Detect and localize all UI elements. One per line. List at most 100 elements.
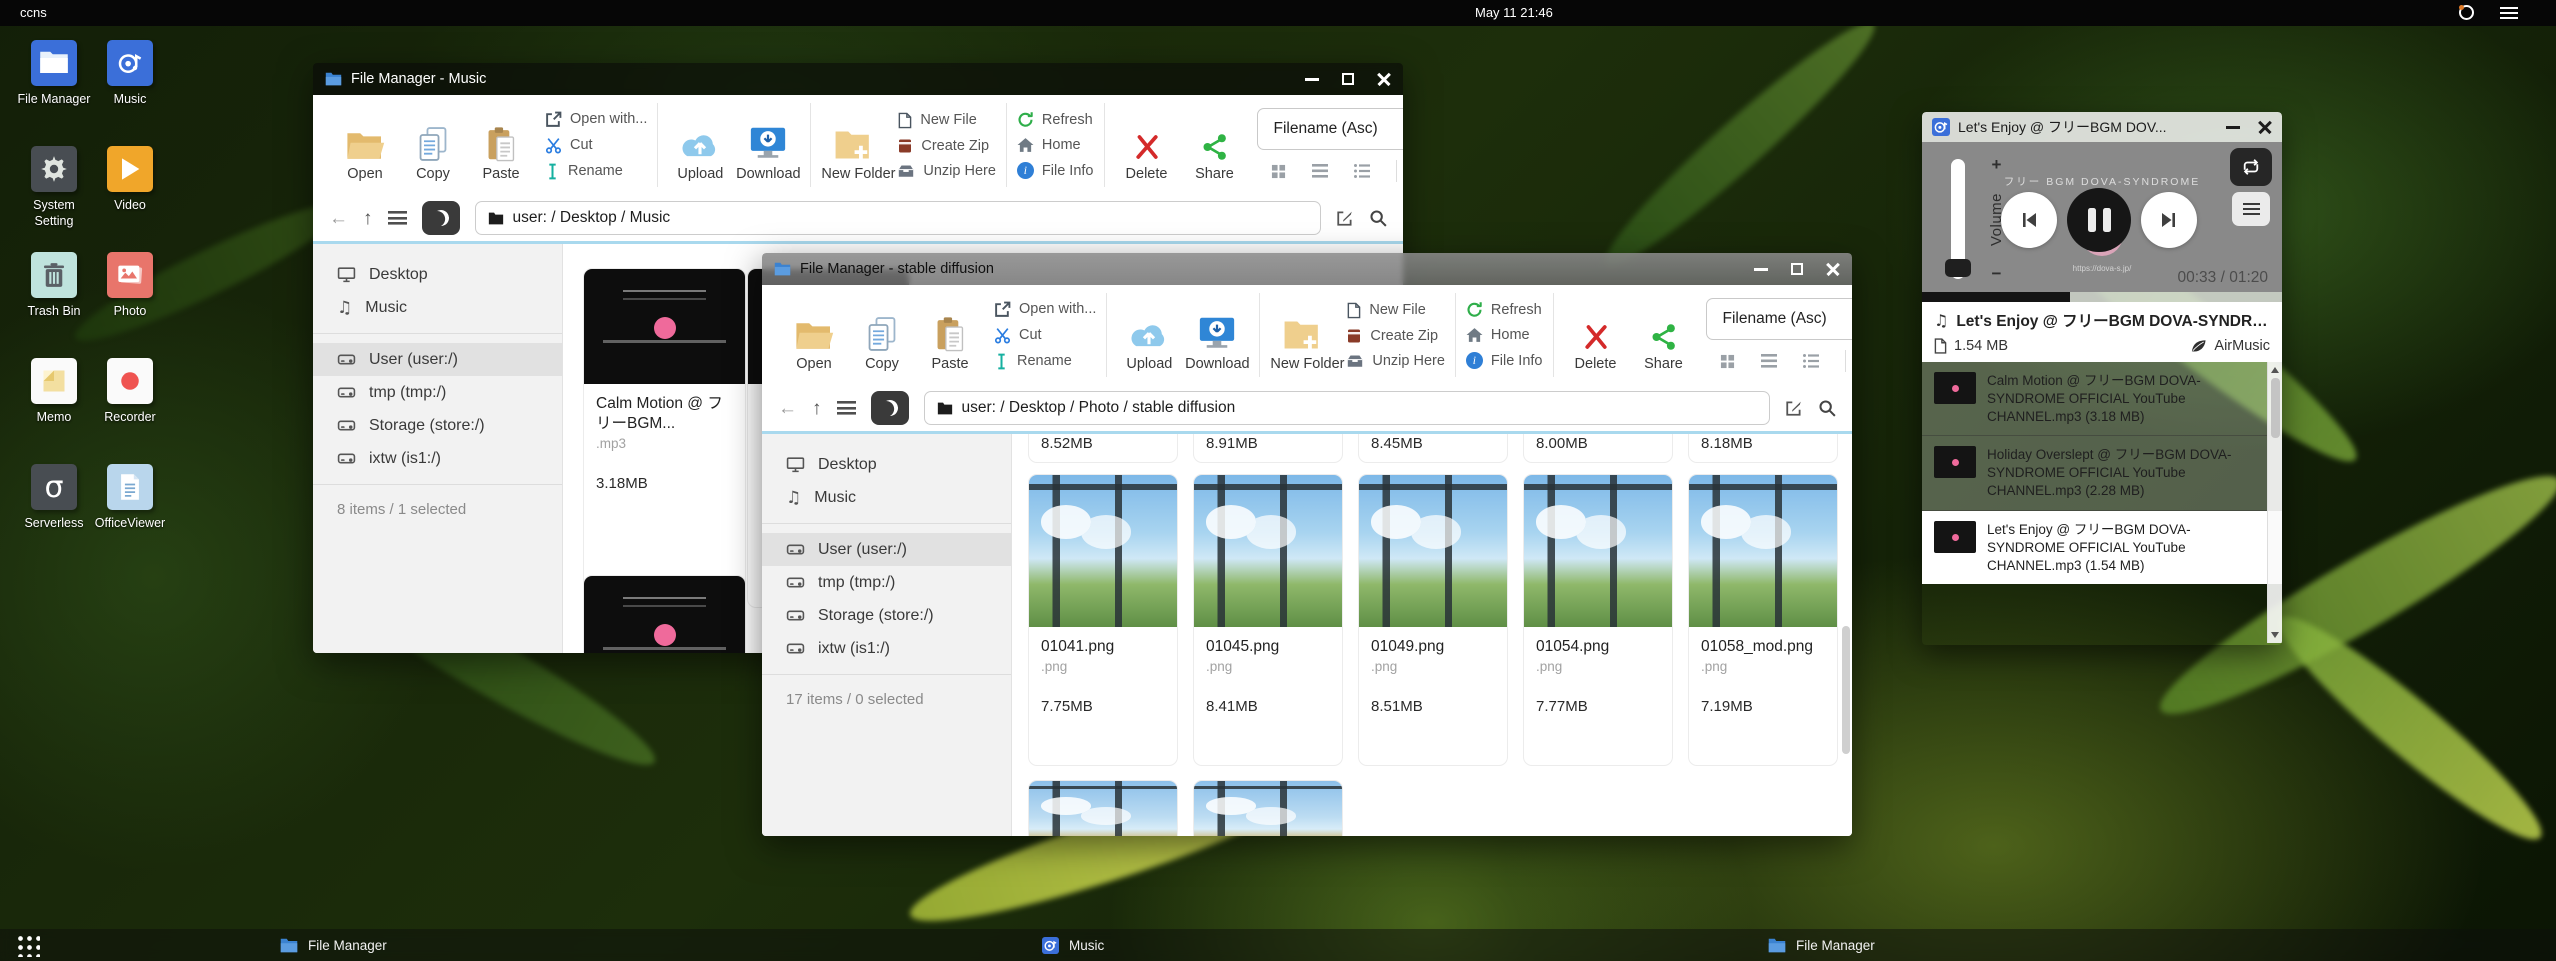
view-list-icon[interactable] [1761, 354, 1777, 368]
refresh-button[interactable]: Refresh [1017, 111, 1094, 128]
new-file-button[interactable]: New File [897, 112, 996, 129]
minimize-button[interactable] [2226, 120, 2240, 134]
copy-button[interactable]: Copy [401, 107, 465, 183]
taskbar-item-file-manager-1[interactable]: File Manager [270, 929, 397, 961]
titlebar[interactable]: File Manager - stable diffusion [762, 253, 1852, 285]
view-list-icon[interactable] [1312, 164, 1328, 178]
file-tile-partial[interactable]: 8.00MB [1523, 434, 1673, 463]
sidebar-item-tmp-drive[interactable]: tmp (tmp:/) [762, 566, 1011, 599]
paste-button[interactable]: Paste [469, 107, 533, 183]
file-tile-calm-motion[interactable]: Calm Motion @ フリーBGM... .mp3 3.18MB [583, 268, 746, 608]
desktop-icon-officeviewer[interactable]: OfficeViewer [92, 464, 168, 570]
cut-button[interactable]: Cut [545, 137, 647, 154]
file-tile-partial[interactable] [583, 575, 746, 653]
edit-icon[interactable] [1785, 399, 1803, 417]
menu-icon[interactable] [388, 211, 407, 225]
cut-button[interactable]: Cut [994, 327, 1096, 344]
progress-bar[interactable] [1922, 292, 2282, 302]
file-tile-partial[interactable] [1028, 780, 1178, 836]
file-tile-01041[interactable]: 01041.png .png 7.75MB [1028, 474, 1178, 766]
file-info-button[interactable]: i File Info [1017, 162, 1094, 179]
desktop-icon-system-setting[interactable]: System Setting [16, 146, 92, 252]
taskbar-item-file-manager-2[interactable]: File Manager [1758, 929, 1885, 961]
sidebar-item-desktop[interactable]: Desktop [762, 448, 1011, 481]
back-icon[interactable]: ← [329, 209, 348, 228]
volume-slider[interactable] [1951, 159, 1965, 279]
scrollbar-thumb[interactable] [2271, 378, 2280, 438]
open-with-button[interactable]: Open with... [994, 301, 1096, 318]
desktop-icon-music[interactable]: Music [92, 40, 168, 146]
titlebar[interactable]: File Manager - Music [313, 63, 1403, 95]
view-details-icon[interactable] [1803, 354, 1819, 368]
desktop-icon-serverless[interactable]: σ Serverless [16, 464, 92, 570]
unzip-here-button[interactable]: Unzip Here [1346, 353, 1445, 369]
minimize-button[interactable] [1305, 72, 1319, 86]
desktop-icon-video[interactable]: Video [92, 146, 168, 252]
sidebar-item-desktop[interactable]: Desktop [313, 258, 562, 291]
view-grid-icon[interactable] [1271, 164, 1286, 179]
dark-mode-button[interactable] [422, 201, 460, 235]
open-with-button[interactable]: Open with... [545, 111, 647, 128]
create-zip-button[interactable]: Create Zip [897, 138, 996, 154]
download-button[interactable]: Download [1185, 297, 1249, 373]
path-field[interactable]: user: / Desktop / Music [475, 201, 1322, 235]
download-button[interactable]: Download [736, 107, 800, 183]
menu-icon[interactable] [837, 401, 856, 415]
playlist-item[interactable]: Calm Motion @ フリーBGM DOVA-SYNDROME OFFIC… [1922, 362, 2282, 436]
sidebar-item-ixtw-drive[interactable]: ixtw (is1:/) [762, 632, 1011, 665]
minimize-button[interactable] [1754, 262, 1768, 276]
view-details-icon[interactable] [1354, 164, 1370, 178]
sort-dropdown[interactable]: Filename (Asc) [1706, 298, 1853, 340]
file-tile-01049[interactable]: 01049.png .png 8.51MB [1358, 474, 1508, 766]
desktop-icon-photo[interactable]: Photo [92, 252, 168, 358]
maximize-button[interactable] [1790, 262, 1804, 276]
sidebar-item-storage-drive[interactable]: Storage (store:/) [313, 409, 562, 442]
share-button[interactable]: Share [1632, 297, 1696, 373]
rename-button[interactable]: Rename [545, 163, 647, 180]
path-field[interactable]: user: / Desktop / Photo / stable diffusi… [924, 391, 1771, 425]
close-button[interactable] [1826, 262, 1840, 276]
playlist-item[interactable]: Holiday Overslept @ フリーBGM DOVA-SYNDROME… [1922, 436, 2282, 510]
new-folder-button[interactable]: New Folder [821, 107, 885, 183]
new-folder-button[interactable]: New Folder [1270, 297, 1334, 373]
sidebar-item-tmp-drive[interactable]: tmp (tmp:/) [313, 376, 562, 409]
upload-button[interactable]: Upload [668, 107, 732, 183]
scroll-down-icon[interactable] [2271, 632, 2279, 638]
file-tile-partial[interactable]: 8.91MB [1193, 434, 1343, 463]
paste-button[interactable]: Paste [918, 297, 982, 373]
home-button[interactable]: Home [1017, 137, 1094, 153]
search-icon[interactable] [1369, 209, 1387, 227]
sidebar-item-music[interactable]: ♫ Music [313, 291, 562, 324]
status-ring-icon[interactable] [2459, 5, 2474, 20]
file-tile-partial[interactable]: 8.45MB [1358, 434, 1508, 463]
back-icon[interactable]: ← [778, 399, 797, 418]
previous-track-button[interactable] [2001, 192, 2057, 248]
desktop-icon-trash-bin[interactable]: Trash Bin [16, 252, 92, 358]
sort-dropdown[interactable]: Filename (Asc) [1257, 108, 1404, 150]
file-tile-01058-mod[interactable]: 01058_mod.png .png 7.19MB [1688, 474, 1838, 766]
sidebar-item-storage-drive[interactable]: Storage (store:/) [762, 599, 1011, 632]
home-button[interactable]: Home [1466, 327, 1543, 343]
refresh-button[interactable]: Refresh [1466, 301, 1543, 318]
search-icon[interactable] [1818, 399, 1836, 417]
sidebar-item-user-drive[interactable]: User (user:/) [313, 343, 562, 376]
file-tile-partial[interactable]: 8.18MB [1688, 434, 1838, 463]
edit-icon[interactable] [1336, 209, 1354, 227]
maximize-button[interactable] [1341, 72, 1355, 86]
delete-button[interactable]: Delete [1564, 297, 1628, 373]
delete-button[interactable]: Delete [1115, 107, 1179, 183]
up-icon[interactable]: ↑ [812, 399, 822, 418]
sidebar-item-ixtw-drive[interactable]: ixtw (is1:/) [313, 442, 562, 475]
unzip-here-button[interactable]: Unzip Here [897, 163, 996, 179]
titlebar[interactable]: Let's Enjoy @ フリーBGM DOV... [1922, 112, 2282, 142]
file-tile-01054[interactable]: 01054.png .png 7.77MB [1523, 474, 1673, 766]
file-info-button[interactable]: i File Info [1466, 352, 1543, 369]
rename-button[interactable]: Rename [994, 353, 1096, 370]
panel-menu-icon[interactable] [2500, 7, 2518, 19]
repeat-button[interactable] [2230, 148, 2272, 186]
volume-knob[interactable] [1945, 259, 1971, 277]
playlist-item-current[interactable]: Let's Enjoy @ フリーBGM DOVA-SYNDROME OFFIC… [1922, 511, 2282, 584]
desktop-icon-memo[interactable]: Memo [16, 358, 92, 464]
share-button[interactable]: Share [1183, 107, 1247, 183]
dark-mode-button[interactable] [871, 391, 909, 425]
